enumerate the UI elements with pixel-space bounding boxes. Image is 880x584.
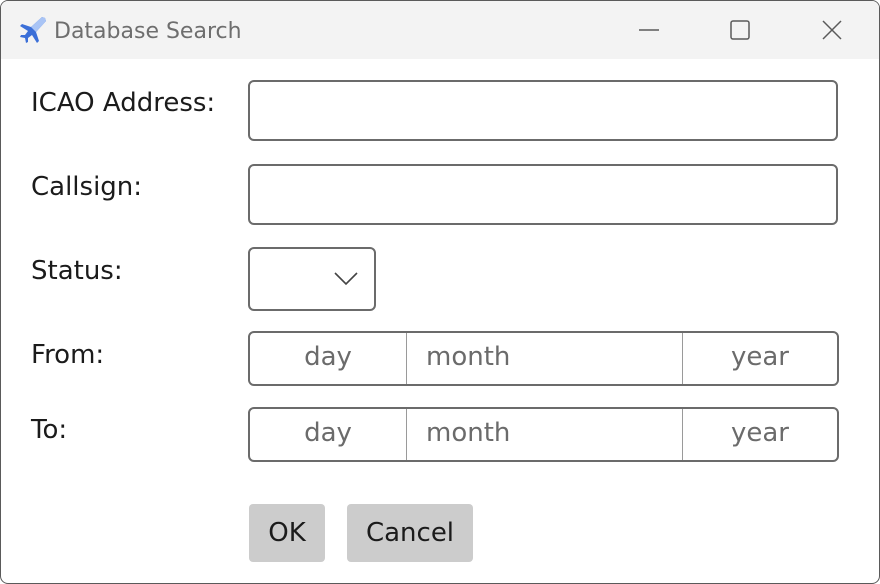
callsign-label: Callsign:	[31, 172, 143, 202]
status-label: Status:	[31, 256, 123, 286]
close-icon	[822, 20, 842, 40]
from-label: From:	[31, 340, 105, 370]
to-date-picker: day month year	[248, 407, 839, 462]
to-year-field[interactable]: year	[683, 409, 837, 460]
status-dropdown[interactable]	[248, 247, 376, 311]
maximize-icon	[730, 20, 750, 40]
to-month-field[interactable]: month	[407, 409, 683, 460]
from-date-picker: day month year	[248, 331, 839, 386]
minimize-icon	[639, 29, 659, 31]
database-search-window: Database Search ICAO Address: Callsign: …	[0, 0, 880, 584]
callsign-input[interactable]	[248, 164, 838, 225]
from-day-field[interactable]: day	[250, 333, 407, 384]
maximize-button[interactable]	[695, 1, 785, 59]
title-bar[interactable]: Database Search	[1, 1, 879, 59]
icao-address-label: ICAO Address:	[31, 88, 216, 118]
to-label: To:	[31, 415, 68, 445]
from-month-field[interactable]: month	[407, 333, 683, 384]
to-day-field[interactable]: day	[250, 409, 407, 460]
minimize-button[interactable]	[604, 1, 694, 59]
from-year-field[interactable]: year	[683, 333, 837, 384]
icao-address-input[interactable]	[248, 80, 838, 141]
chevron-down-icon	[334, 272, 358, 286]
airplane-icon	[18, 15, 48, 45]
ok-button[interactable]: OK	[249, 504, 325, 562]
close-button[interactable]	[787, 1, 877, 59]
cancel-button[interactable]: Cancel	[347, 504, 473, 562]
window-title: Database Search	[54, 19, 242, 44]
